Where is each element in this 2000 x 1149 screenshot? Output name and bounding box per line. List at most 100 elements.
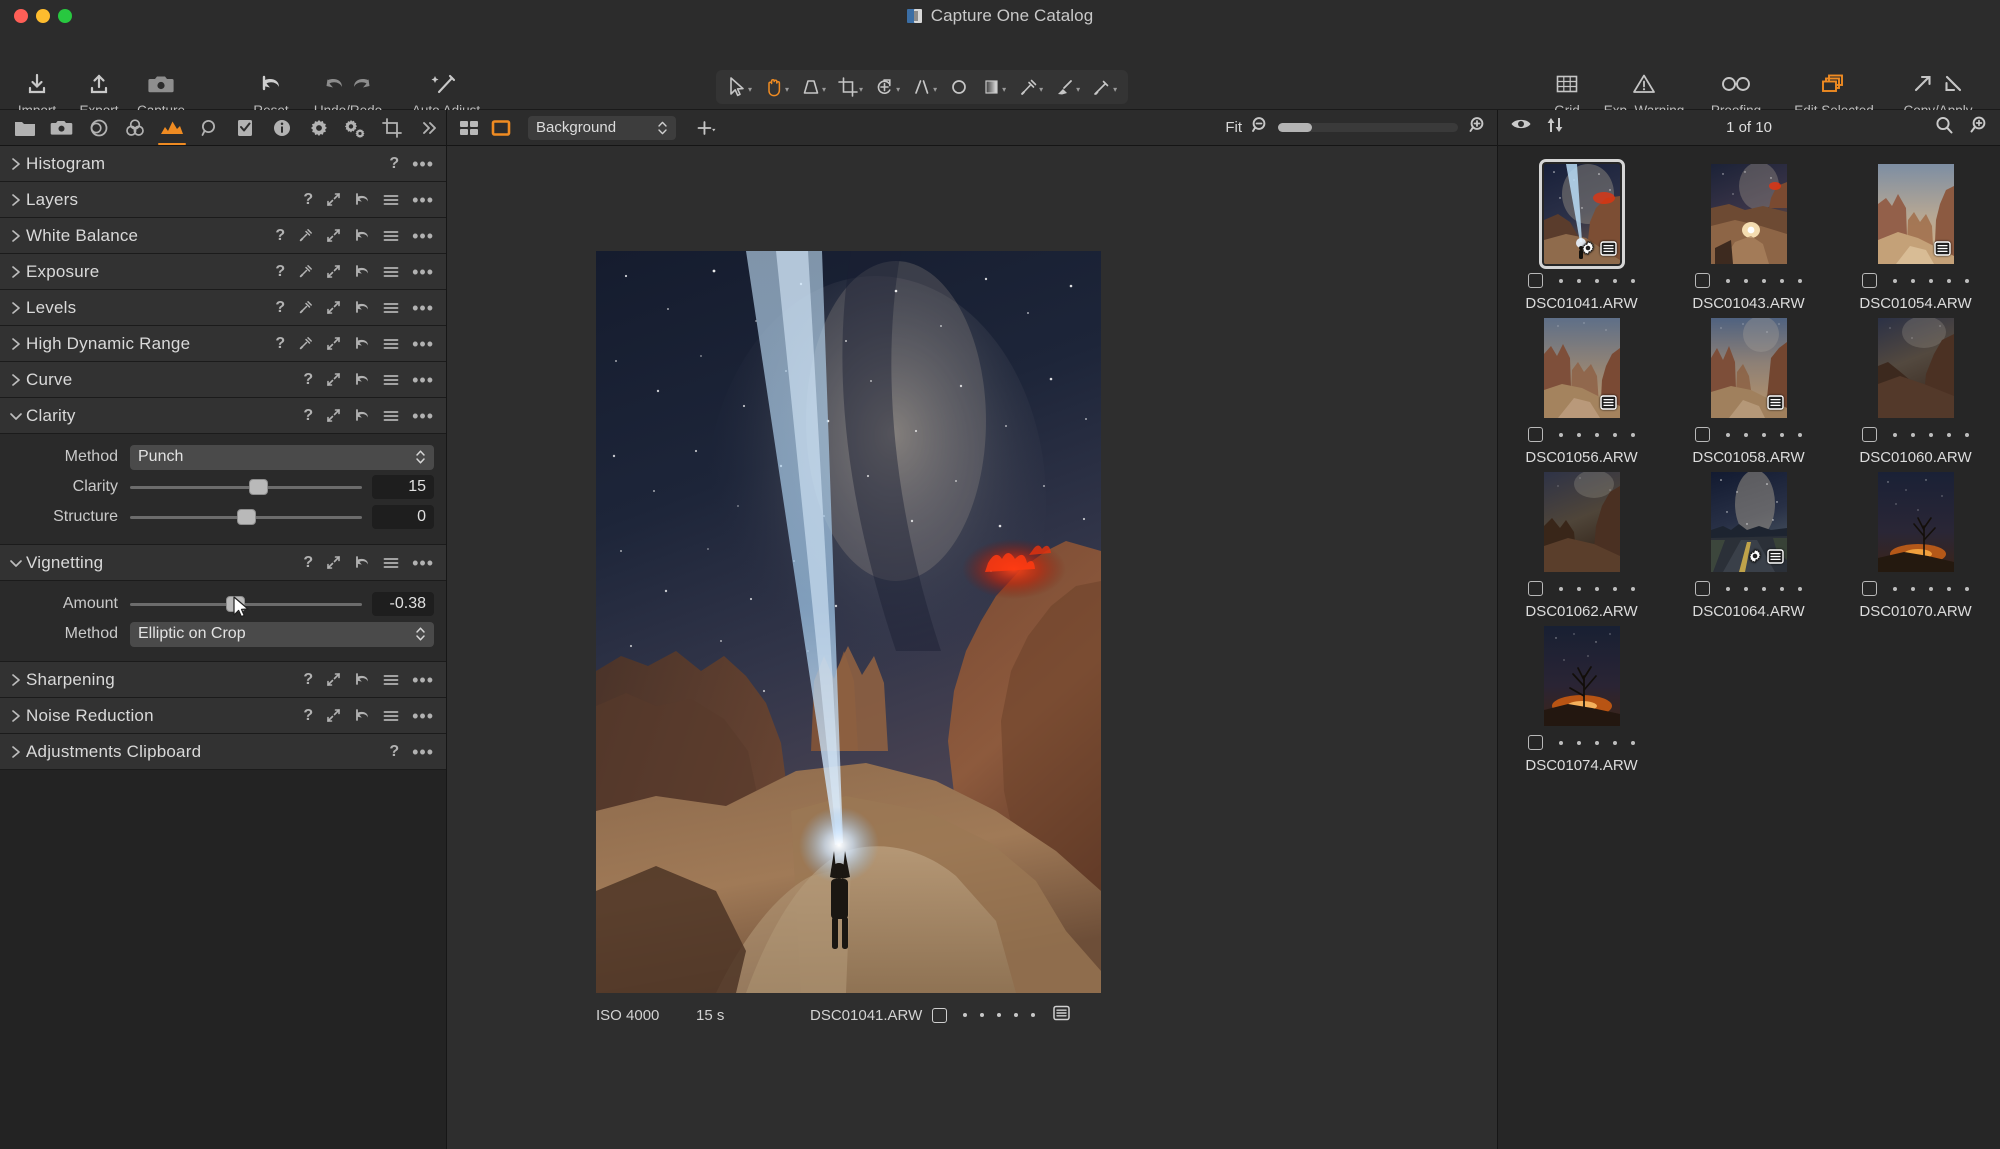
rating-dot[interactable]	[1762, 432, 1766, 437]
thumbnail-checkbox[interactable]	[1695, 273, 1710, 288]
clarity-method-select[interactable]: Punch	[130, 444, 434, 470]
rating-dot[interactable]	[1559, 740, 1563, 745]
chevron-right-icon[interactable]	[6, 373, 26, 387]
thumbnail[interactable]	[1710, 472, 1787, 572]
clarity-value-field[interactable]: 15	[372, 475, 434, 499]
browser-panel[interactable]: DSC01041.ARW DSC01043.ARW DSC01054.ARW D…	[1498, 146, 2000, 1149]
tool-histogram-header[interactable]: Histogram ? •••	[0, 146, 446, 182]
help-icon[interactable]: ?	[303, 671, 313, 689]
rating-dot[interactable]	[1744, 586, 1748, 591]
gradient-mask-tool[interactable]: ▾	[976, 73, 1011, 101]
chevron-right-icon[interactable]	[6, 229, 26, 243]
rating-dot[interactable]	[1744, 278, 1748, 283]
more-options-icon[interactable]: •••	[412, 407, 434, 425]
expand-icon[interactable]	[326, 555, 341, 570]
expand-icon[interactable]	[326, 264, 341, 279]
rating-dot[interactable]	[1762, 586, 1766, 591]
rating-dot[interactable]	[1947, 432, 1951, 437]
pan-tool[interactable]: ▾	[759, 73, 794, 101]
add-variant-icon[interactable]	[696, 118, 718, 138]
list-badge-icon[interactable]	[1053, 1005, 1071, 1025]
chevron-right-icon[interactable]	[6, 673, 26, 687]
rating-dot[interactable]	[1631, 586, 1635, 591]
rating-dot[interactable]	[1595, 740, 1599, 745]
tool-high-dynamic-range-header[interactable]: High Dynamic Range ? •••	[0, 326, 446, 362]
tool-sharpening-header[interactable]: Sharpening ? •••	[0, 662, 446, 698]
more-options-icon[interactable]: •••	[412, 671, 434, 689]
more-options-icon[interactable]: •••	[412, 299, 434, 317]
sidebar-tab-exposure[interactable]	[155, 111, 190, 145]
rating-dot[interactable]	[1577, 586, 1581, 591]
more-options-icon[interactable]: •••	[412, 155, 434, 173]
chevron-down-icon[interactable]	[6, 557, 26, 569]
rating-dot[interactable]	[1798, 586, 1802, 591]
reset-tool-icon[interactable]	[354, 555, 370, 570]
eraser-tool[interactable]: ▾	[1050, 73, 1085, 101]
tool-levels-header[interactable]: Levels ? •••	[0, 290, 446, 326]
sidebar-more-tabs-button[interactable]	[411, 111, 446, 145]
thumbnail-rating-dots[interactable]	[1893, 432, 1969, 437]
thumbnail-checkbox[interactable]	[1528, 581, 1543, 596]
sidebar-tab-crop[interactable]	[375, 111, 410, 145]
rating-dot[interactable]	[1613, 586, 1617, 591]
thumbnail-rating-dots[interactable]	[1726, 586, 1802, 591]
slider-knob[interactable]	[249, 479, 269, 495]
more-options-icon[interactable]: •••	[412, 743, 434, 761]
rating-dot[interactable]	[1965, 278, 1969, 283]
help-icon[interactable]: ?	[275, 263, 285, 281]
tool-layers-header[interactable]: Layers ? •••	[0, 182, 446, 218]
rating-dot[interactable]	[1595, 586, 1599, 591]
menu-icon[interactable]	[383, 373, 399, 387]
rating-dot[interactable]	[1929, 586, 1933, 591]
eyedropper-icon[interactable]	[298, 228, 313, 243]
menu-icon[interactable]	[383, 337, 399, 351]
more-options-icon[interactable]: •••	[412, 371, 434, 389]
rating-dot[interactable]	[1929, 278, 1933, 283]
thumbnail-checkbox[interactable]	[1862, 427, 1877, 442]
more-options-icon[interactable]: •••	[412, 707, 434, 725]
chevron-right-icon[interactable]	[6, 301, 26, 315]
thumbnail-rating-dots[interactable]	[1893, 586, 1969, 591]
spot-removal-tool[interactable]	[944, 73, 974, 101]
tool-adjustments-clipboard-header[interactable]: Adjustments Clipboard ? •••	[0, 734, 446, 770]
close-window-button[interactable]	[14, 9, 28, 23]
tool-vignetting-header[interactable]: Vignetting ? •••	[0, 545, 446, 581]
thumbnail-cell[interactable]: DSC01058.ARW	[1665, 312, 1832, 466]
rating-dot[interactable]	[1965, 432, 1969, 437]
structure-value-field[interactable]: 0	[372, 505, 434, 529]
eyedropper-icon[interactable]	[298, 336, 313, 351]
menu-icon[interactable]	[383, 229, 399, 243]
reset-tool-icon[interactable]	[354, 264, 370, 279]
sidebar-tab-details[interactable]	[191, 111, 226, 145]
reset-tool-icon[interactable]	[354, 336, 370, 351]
chevron-down-icon[interactable]	[6, 410, 26, 422]
menu-icon[interactable]	[383, 409, 399, 423]
maximize-window-button[interactable]	[58, 9, 72, 23]
thumbnail-checkbox[interactable]	[1695, 581, 1710, 596]
rating-dot[interactable]	[1559, 278, 1563, 283]
eyedropper-icon[interactable]	[298, 264, 313, 279]
thumbnail-selected[interactable]	[1538, 159, 1625, 269]
thumbnail[interactable]	[1543, 318, 1620, 418]
clarity-slider[interactable]	[130, 472, 362, 502]
crop-tool[interactable]: ▾	[833, 73, 868, 101]
thumbnail-rating-dots[interactable]	[1726, 278, 1802, 283]
rating-dot[interactable]	[1613, 740, 1617, 745]
eyedropper-icon[interactable]	[298, 300, 313, 315]
minimize-window-button[interactable]	[36, 9, 50, 23]
rating-dot[interactable]	[1798, 432, 1802, 437]
viewer-rating-dots[interactable]	[963, 1013, 1036, 1017]
thumbnail-rating-dots[interactable]	[1559, 740, 1635, 745]
reset-tool-icon[interactable]	[354, 192, 370, 207]
zoom-slider[interactable]	[1278, 123, 1458, 132]
rating-dot[interactable]	[1780, 586, 1784, 591]
rating-dot[interactable]	[1965, 586, 1969, 591]
sidebar-tab-capture[interactable]	[45, 111, 80, 145]
zoom-fit-label[interactable]: Fit	[1225, 119, 1242, 136]
expand-icon[interactable]	[326, 708, 341, 723]
more-options-icon[interactable]: •••	[412, 554, 434, 572]
thumbnail-cell[interactable]: DSC01041.ARW	[1498, 158, 1665, 312]
sidebar-tab-metadata[interactable]	[265, 111, 300, 145]
rating-dot[interactable]	[1798, 278, 1802, 283]
thumbnail-cell[interactable]: DSC01054.ARW	[1832, 158, 1999, 312]
